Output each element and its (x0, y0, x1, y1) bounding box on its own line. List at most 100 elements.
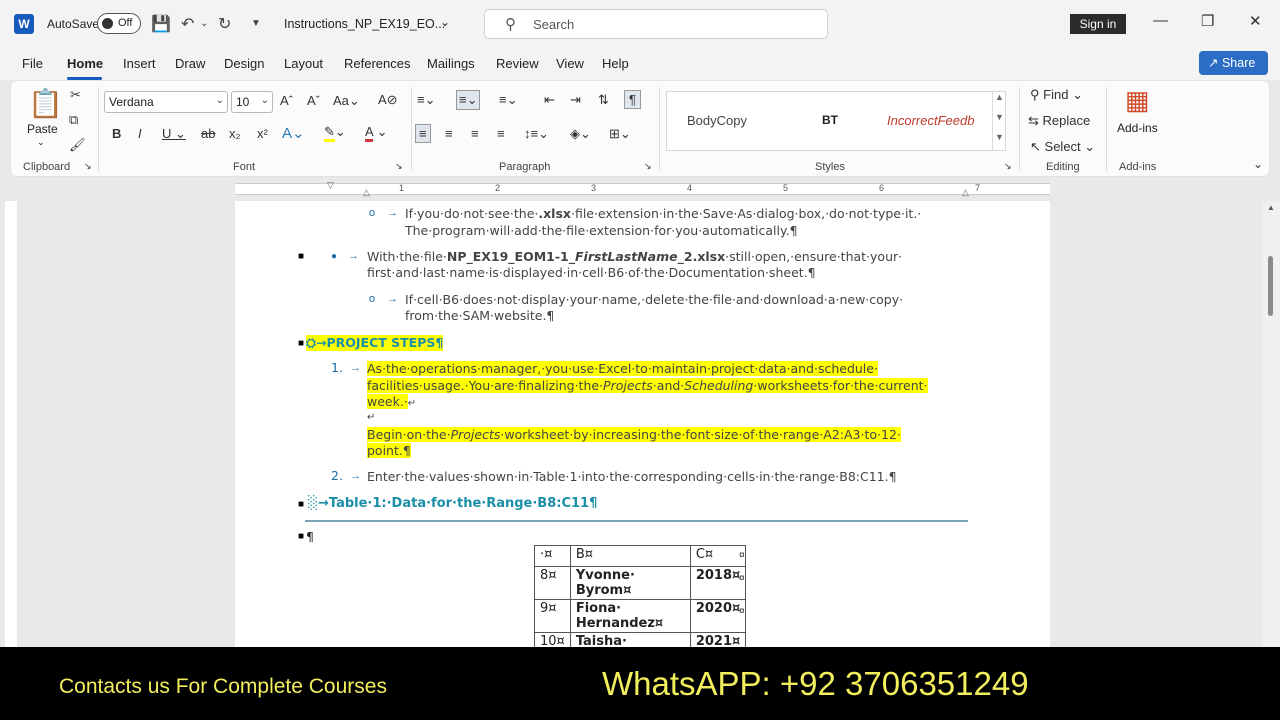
font-launcher-icon[interactable]: ↘ (395, 161, 403, 172)
justify-icon[interactable]: ≡ (497, 126, 505, 141)
line-spacing-icon[interactable]: ↕≡⌄ (524, 126, 549, 142)
scrollbar-thumb[interactable] (1268, 256, 1273, 316)
copy-icon[interactable]: ⧉ (69, 112, 78, 128)
highlight-color-icon[interactable]: ✎⌄ (324, 124, 346, 142)
font-name-value: Verdana (109, 95, 154, 109)
table-cell[interactable]: Fiona· Hernandez¤ (569, 599, 691, 633)
shrink-font-icon[interactable]: Aˇ (307, 93, 320, 108)
clipboard-launcher-icon[interactable]: ↘ (84, 161, 92, 172)
autosave-toggle[interactable]: Off (97, 13, 141, 34)
paragraph-launcher-icon[interactable]: ↘ (644, 161, 652, 172)
scroll-up-icon[interactable]: ▲ (1267, 203, 1275, 212)
add-ins-icon[interactable]: ▦ (1125, 85, 1150, 116)
data-table: ·¤ B¤ C¤ 8¤ Yvonne· Byrom¤ 2018¤ 9¤ Fion… (534, 545, 747, 654)
table-cell[interactable]: 2018¤ (689, 566, 747, 600)
collapse-ribbon-icon[interactable]: ⌄ (1253, 157, 1263, 171)
change-case-icon[interactable]: Aa⌄ (333, 93, 360, 109)
replace-button[interactable]: ⇆ Replace (1028, 113, 1090, 129)
increase-indent-icon[interactable]: ⇥ (570, 92, 581, 108)
row-end-mark-icon: ¤ (739, 573, 745, 584)
tab-design[interactable]: Design (224, 56, 264, 71)
undo-icon[interactable]: ↶ (181, 14, 194, 34)
find-button[interactable]: ⚲ Find ⌄ (1030, 87, 1083, 103)
font-name-combo[interactable]: Verdana ⌄ (104, 91, 228, 113)
project-steps-heading: ⛭→PROJECT STEPS¶ (306, 335, 444, 351)
title-chevron-icon[interactable]: ⌄ (440, 15, 450, 29)
superscript-icon[interactable]: x² (257, 126, 268, 141)
share-button[interactable]: ↗ Share ⌄ (1199, 51, 1268, 94)
select-button[interactable]: ↖ Select ⌄ (1030, 139, 1095, 155)
add-ins-button[interactable]: Add-ins (1117, 121, 1158, 135)
strikethrough-icon[interactable]: ab (201, 126, 215, 141)
italic-icon[interactable]: I (138, 126, 142, 141)
style-incorrectfeedback[interactable]: IncorrectFeedb (887, 113, 985, 128)
table-cell[interactable]: C¤ (689, 545, 747, 567)
font-color-icon[interactable]: A ⌄ (365, 124, 387, 142)
table-cell[interactable]: ·¤ (534, 545, 571, 567)
style-bodycopy[interactable]: BodyCopy (687, 113, 747, 128)
show-formatting-icon[interactable]: ¶ (624, 90, 641, 109)
table-cell[interactable]: B¤ (569, 545, 691, 567)
left-indent-marker[interactable]: △ (363, 187, 370, 198)
numbering-icon[interactable]: ≡⌄ (456, 90, 481, 110)
right-indent-marker[interactable]: △ (962, 187, 969, 198)
shading-icon[interactable]: ◈⌄ (570, 126, 591, 142)
tab-help[interactable]: Help (602, 56, 629, 71)
tab-draw[interactable]: Draw (175, 56, 205, 71)
undo-dropdown-icon[interactable]: ⌄ (200, 18, 208, 29)
ruler-number: 4 (687, 183, 693, 193)
align-center-icon[interactable]: ≡ (445, 126, 453, 141)
ruler-number: 3 (591, 183, 597, 193)
search-box[interactable]: ⚲ Search (484, 9, 828, 39)
align-right-icon[interactable]: ≡ (471, 126, 479, 141)
paste-dropdown-icon[interactable]: ⌄ (37, 137, 45, 148)
styles-up-icon[interactable]: ▲ (995, 92, 1004, 102)
styles-down-icon[interactable]: ▼ (995, 112, 1004, 122)
decrease-indent-icon[interactable]: ⇤ (544, 92, 555, 108)
restore-icon[interactable]: ❐ (1201, 12, 1214, 30)
table-cell[interactable]: 2020¤ (689, 599, 747, 633)
borders-icon[interactable]: ⊞⌄ (609, 126, 631, 142)
sign-in-button[interactable]: Sign in (1070, 14, 1126, 34)
subscript-icon[interactable]: x₂ (229, 126, 241, 141)
cut-icon[interactable]: ✂ (70, 87, 81, 103)
font-size-combo[interactable]: 10 ⌄ (231, 91, 273, 113)
redo-icon[interactable]: ↻ (218, 14, 231, 34)
tab-layout[interactable]: Layout (284, 56, 323, 71)
text-run: .xlsx (538, 206, 571, 221)
table-cell[interactable]: 8¤ (534, 566, 571, 600)
sort-icon[interactable]: ⇅ (598, 92, 609, 108)
bullet-dot-icon: ● (331, 251, 338, 262)
style-bt[interactable]: BT (822, 113, 838, 127)
customize-toolbar-icon[interactable]: ▼ (251, 18, 261, 29)
close-icon[interactable]: ✕ (1249, 12, 1262, 30)
paste-button[interactable]: Paste (27, 122, 58, 136)
tab-review[interactable]: Review (496, 56, 539, 71)
tab-mailings[interactable]: Mailings (427, 56, 475, 71)
tab-references[interactable]: References (344, 56, 410, 71)
multilevel-list-icon[interactable]: ≡⌄ (499, 92, 517, 108)
doc-line: first·and·last·name·is·displayed·in·cell… (367, 265, 816, 280)
grow-font-icon[interactable]: Aˆ (280, 93, 293, 108)
tab-insert[interactable]: Insert (123, 56, 156, 71)
bold-icon[interactable]: B (112, 126, 121, 141)
minimize-icon[interactable]: — (1153, 12, 1168, 29)
tab-file[interactable]: File (22, 56, 43, 71)
align-left-icon[interactable]: ≡ (415, 124, 431, 143)
paste-icon[interactable]: 📋 (28, 87, 63, 120)
table-cell[interactable]: 9¤ (534, 599, 571, 633)
styles-launcher-icon[interactable]: ↘ (1004, 161, 1012, 172)
underline-icon[interactable]: U ⌄ (162, 126, 186, 142)
styles-more-icon[interactable]: ▼ (995, 132, 1004, 142)
format-painter-icon[interactable]: 🖌 (69, 137, 86, 153)
text-effects-icon[interactable]: A⌄ (282, 124, 305, 142)
table-cell[interactable]: Yvonne· Byrom¤ (569, 566, 691, 600)
first-line-indent-marker[interactable]: ▽ (327, 180, 334, 191)
document-title[interactable]: Instructions_NP_EX19_EO... (284, 17, 445, 31)
tab-view[interactable]: View (556, 56, 584, 71)
clear-formatting-icon[interactable]: A⊘ (378, 92, 398, 108)
bullets-icon[interactable]: ≡⌄ (417, 92, 435, 108)
save-icon[interactable]: 💾 (151, 14, 171, 34)
vertical-scrollbar[interactable]: ▲ (1262, 201, 1280, 647)
tab-home[interactable]: Home (67, 56, 103, 71)
